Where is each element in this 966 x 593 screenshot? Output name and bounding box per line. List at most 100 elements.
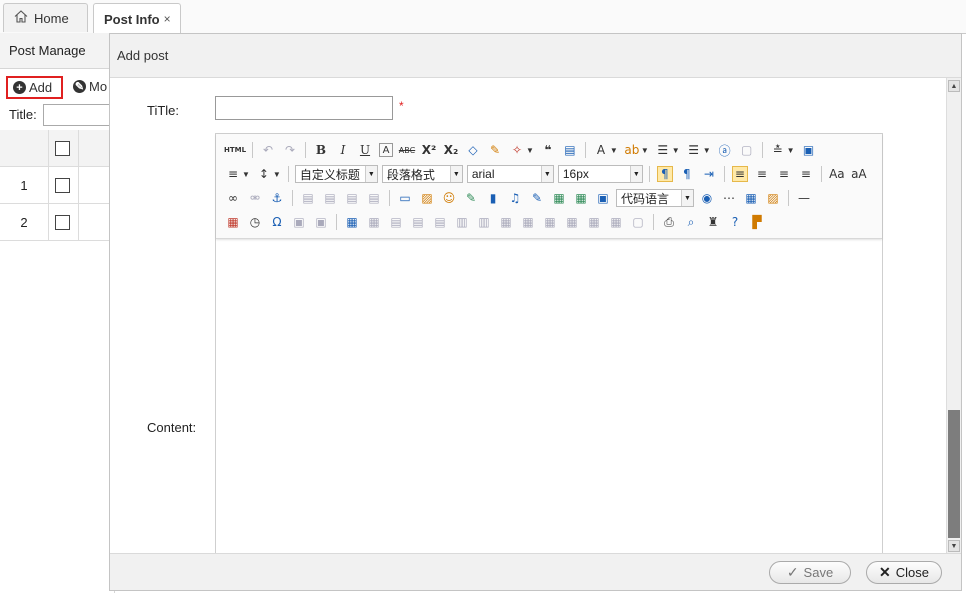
split-to-cols-icon[interactable]: ▦ <box>608 214 624 230</box>
align-center-icon[interactable]: ≡ <box>754 166 770 182</box>
strikethrough-icon[interactable]: ABC <box>399 142 415 158</box>
row-spacing-bottom-icon[interactable]: ≡ <box>225 166 241 182</box>
dialog-scrollbar[interactable]: ▲ ▼ <box>946 78 961 554</box>
delete-col-icon[interactable]: ▥ <box>476 214 492 230</box>
page-break-icon[interactable]: ⋯ <box>721 190 737 206</box>
map-icon[interactable]: ▦ <box>551 190 567 206</box>
split-to-rows-icon[interactable]: ▦ <box>586 214 602 230</box>
insert-video-icon[interactable]: ▮ <box>485 190 501 206</box>
bold-icon[interactable]: B <box>313 142 329 158</box>
subscript-icon[interactable]: X₂ <box>443 142 459 158</box>
html-source-icon[interactable]: HTML <box>224 142 246 158</box>
attachment-icon[interactable]: ✎ <box>529 190 545 206</box>
select-all-checkbox[interactable] <box>55 141 70 156</box>
print-icon[interactable]: ⎙ <box>661 214 677 230</box>
underline-icon[interactable]: U <box>357 142 373 158</box>
insert-col-icon[interactable]: ▥ <box>454 214 470 230</box>
delete-row-icon[interactable]: ▤ <box>432 214 448 230</box>
special-chars-icon[interactable]: Ω <box>269 214 285 230</box>
merge-down-icon[interactable]: ▦ <box>542 214 558 230</box>
table-row[interactable]: 1 <box>0 167 115 204</box>
lowercase-icon[interactable]: aA <box>851 166 867 182</box>
modify-button[interactable]: ✎ Mo <box>73 79 107 94</box>
font-size-select[interactable]: 16px ▼ <box>557 165 643 183</box>
tab-close-icon[interactable]: × <box>164 12 171 26</box>
web-app-icon[interactable]: ◉ <box>699 190 715 206</box>
emotion-icon[interactable]: ☺ <box>441 190 457 206</box>
select-all-icon[interactable]: ⓐ <box>717 142 733 158</box>
time-icon[interactable]: ◷ <box>247 214 263 230</box>
add-button[interactable]: + Add <box>6 76 63 99</box>
scroll-down-icon[interactable]: ▼ <box>948 540 960 552</box>
eraser-icon[interactable]: ◇ <box>465 142 481 158</box>
tab-post-info[interactable]: Post Info × <box>93 3 181 34</box>
image-left-icon[interactable]: ▤ <box>322 190 338 206</box>
merge-cells-icon[interactable]: ▦ <box>498 214 514 230</box>
filter-title-input[interactable] <box>43 104 115 126</box>
delete-table-icon[interactable]: ▦ <box>366 214 382 230</box>
ordered-list-icon[interactable]: ☰ <box>655 142 671 158</box>
row-spacing-top-icon[interactable]: ≛ <box>770 142 786 158</box>
fullscreen-icon[interactable]: ▣ <box>801 142 817 158</box>
charts-icon[interactable]: ▢ <box>630 214 646 230</box>
italic-icon[interactable]: I <box>335 142 351 158</box>
scroll-thumb[interactable] <box>948 410 960 538</box>
merge-right-icon[interactable]: ▦ <box>520 214 536 230</box>
close-button[interactable]: ✕ Close <box>866 561 942 584</box>
image-right-icon[interactable]: ▤ <box>344 190 360 206</box>
insert-row-icon[interactable]: ▤ <box>410 214 426 230</box>
save-button[interactable]: ✓ Save <box>769 561 851 584</box>
text-direction-rtl-icon[interactable]: ¶ <box>679 166 695 182</box>
template-icon[interactable]: ▦ <box>743 190 759 206</box>
indent-icon[interactable]: ⇥ <box>701 166 717 182</box>
gmap-icon[interactable]: ▦ <box>573 190 589 206</box>
horizontal-rule-icon[interactable]: — <box>796 190 812 206</box>
highlight-color-icon[interactable]: ab <box>624 142 640 158</box>
scroll-up-icon[interactable]: ▲ <box>948 80 960 92</box>
search-replace-icon[interactable]: ♜ <box>705 214 721 230</box>
insert-image-icon[interactable]: ▨ <box>419 190 435 206</box>
scrawl-icon[interactable]: ✎ <box>463 190 479 206</box>
split-to-cells-icon[interactable]: ▦ <box>564 214 580 230</box>
redo-icon[interactable]: ↷ <box>282 142 298 158</box>
row-checkbox[interactable] <box>55 178 70 193</box>
align-justify-icon[interactable]: ≡ <box>798 166 814 182</box>
image-center-icon[interactable]: ▤ <box>366 190 382 206</box>
insert-frame-icon[interactable]: ▣ <box>595 190 611 206</box>
music-icon[interactable]: ♫ <box>507 190 523 206</box>
uppercase-icon[interactable]: Aa <box>829 166 845 182</box>
superscript-icon[interactable]: X² <box>421 142 437 158</box>
drafts-icon[interactable]: ▛ <box>749 214 765 230</box>
clear-document-icon[interactable]: ▢ <box>739 142 755 158</box>
text-direction-ltr-icon[interactable]: ¶ <box>656 166 673 182</box>
tab-home[interactable]: Home <box>3 3 88 32</box>
title-input[interactable] <box>215 96 393 120</box>
undo-icon[interactable]: ↶ <box>260 142 276 158</box>
table-row[interactable]: 2 <box>0 204 115 241</box>
unlink-icon[interactable]: ⚮ <box>247 190 263 206</box>
font-family-select[interactable]: arial ▼ <box>466 165 554 183</box>
font-color-icon[interactable]: A <box>593 142 609 158</box>
help-icon[interactable]: ? <box>727 214 743 230</box>
paragraph-format-select[interactable]: 段落格式 ▼ <box>381 165 463 183</box>
paste-text-icon[interactable]: ▤ <box>562 142 578 158</box>
align-right-icon[interactable]: ≡ <box>776 166 792 182</box>
align-left-icon[interactable]: ≡ <box>731 166 748 182</box>
preview-icon[interactable]: ⌕ <box>683 214 699 230</box>
blockquote-icon[interactable]: ❝ <box>540 142 556 158</box>
insert-paragraph-before-table-icon[interactable]: ▤ <box>388 214 404 230</box>
font-border-icon[interactable]: A <box>379 143 393 157</box>
line-height-icon[interactable]: ↕ <box>256 166 272 182</box>
date-icon[interactable]: ▦ <box>225 214 241 230</box>
image-none-icon[interactable]: ▤ <box>300 190 316 206</box>
link-icon[interactable]: ∞ <box>225 190 241 206</box>
custom-heading-select[interactable]: 自定义标题 ▼ <box>294 165 378 183</box>
word-image-icon[interactable]: ▣ <box>313 214 329 230</box>
background-icon[interactable]: ▨ <box>765 190 781 206</box>
insert-table-icon[interactable]: ▦ <box>344 214 360 230</box>
row-checkbox[interactable] <box>55 215 70 230</box>
format-brush-icon[interactable]: ✎ <box>487 142 503 158</box>
snapscreen-icon[interactable]: ▣ <box>291 214 307 230</box>
auto-format-icon[interactable]: ✧ <box>509 142 525 158</box>
unordered-list-icon[interactable]: ☰ <box>686 142 702 158</box>
